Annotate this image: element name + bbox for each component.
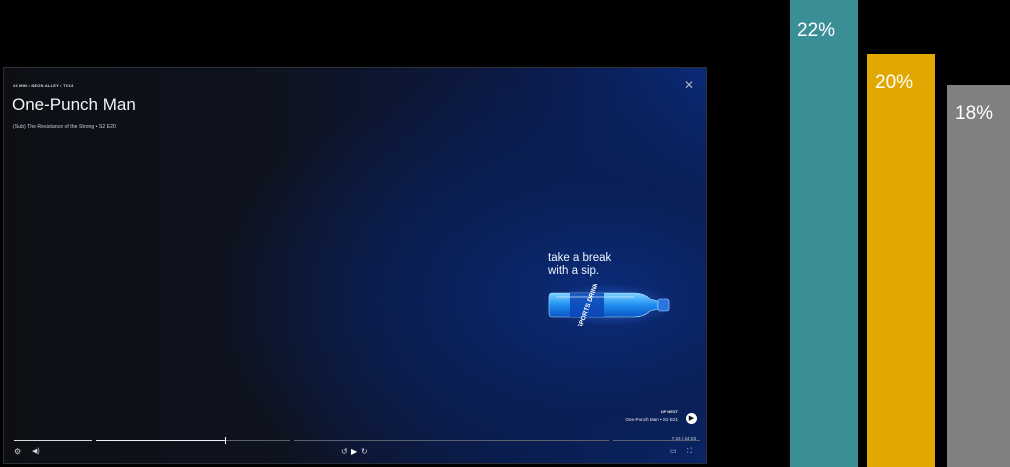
forward-10-icon[interactable]: ↻	[361, 448, 368, 456]
up-next[interactable]: UP NEXT One-Punch Man • S2 E21	[625, 409, 678, 422]
progress-handle[interactable]	[225, 437, 226, 444]
ad-text: take a break with a sip.	[548, 252, 611, 277]
close-icon[interactable]: ✕	[684, 79, 694, 91]
progress-segment-4	[294, 440, 609, 441]
progress-segment-2	[96, 440, 226, 441]
video-player[interactable]: 24 MIN • NEON ALLEY • TV14 One-Punch Man…	[3, 67, 707, 464]
progress-track[interactable]	[14, 437, 700, 444]
bar-1	[790, 0, 858, 467]
cast-icon[interactable]: ▭	[670, 448, 677, 456]
ad-text-line-1: take a break	[548, 252, 612, 264]
rewind-10-icon[interactable]: ↺	[341, 448, 348, 456]
progress-segment-1	[14, 440, 92, 441]
bar-1-label: 22%	[797, 20, 836, 41]
bar-3-label: 18%	[955, 103, 994, 124]
up-next-label: UP NEXT	[660, 409, 678, 414]
episode-subtitle: (Sub) The Resistance of the Strong • S2 …	[13, 124, 116, 130]
show-meta: 24 MIN • NEON ALLEY • TV14	[13, 83, 74, 88]
play-icon[interactable]: ▶	[351, 448, 357, 456]
progress-segment-5	[613, 440, 700, 441]
show-title: One-Punch Man	[12, 95, 136, 114]
fullscreen-icon[interactable]: ⛶	[687, 448, 692, 456]
bar-2-label: 20%	[875, 72, 914, 93]
bar-2	[867, 54, 935, 467]
bar-3	[947, 85, 1010, 467]
up-next-episode: One-Punch Man • S2 E21	[625, 417, 678, 422]
progress-segment-3	[226, 440, 290, 441]
ad-text-line-2: with a sip.	[548, 264, 600, 277]
sports-drink-bottle: SPORTS DRINK	[546, 284, 674, 326]
gear-icon[interactable]: ⚙	[14, 448, 21, 456]
up-next-play-button[interactable]: ▶	[686, 413, 697, 424]
volume-icon[interactable]: ◀)	[32, 448, 40, 456]
